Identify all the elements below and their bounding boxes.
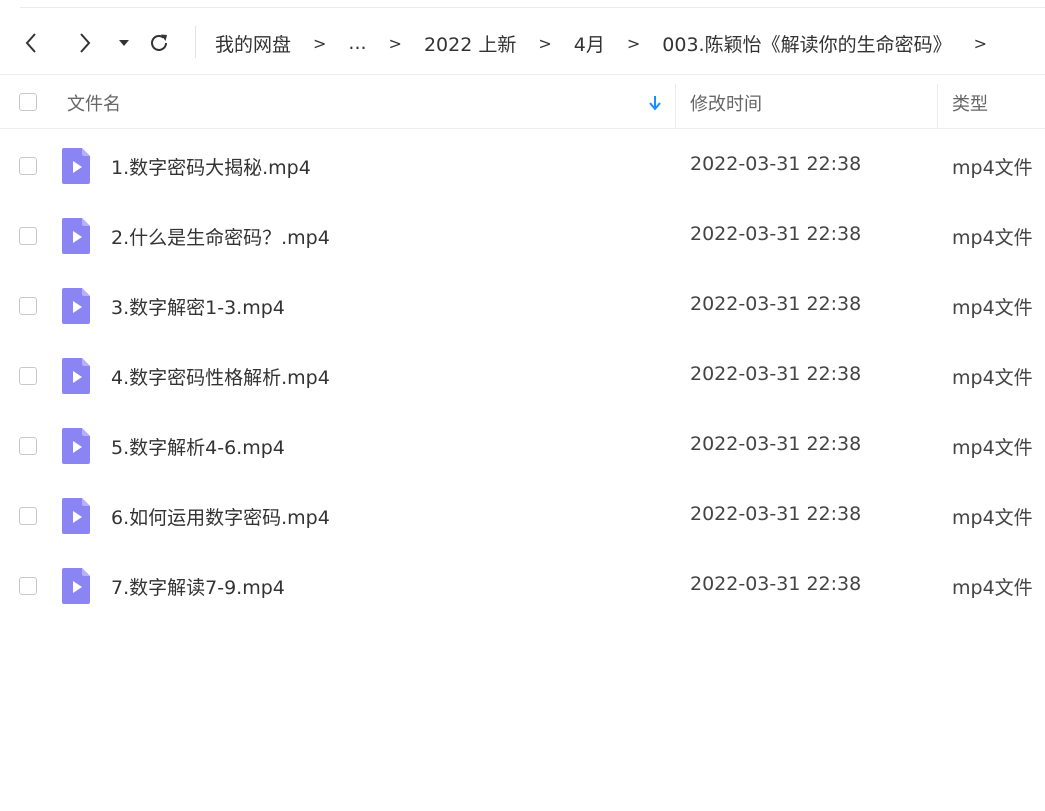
file-modified: 2022-03-31 22:38 — [690, 223, 862, 245]
video-file-icon — [62, 568, 90, 604]
file-modified: 2022-03-31 22:38 — [690, 363, 862, 385]
breadcrumb-separator: > — [626, 33, 641, 53]
refresh-button[interactable] — [144, 28, 174, 58]
file-name[interactable]: 1.数字密码大揭秘.mp4 — [111, 153, 311, 180]
breadcrumb: 我的网盘 > ... > 2022 上新 > 4月 > 003.陈颖怡《解读你的… — [215, 12, 1009, 74]
file-modified: 2022-03-31 22:38 — [690, 293, 862, 315]
arrow-down-icon — [649, 96, 661, 111]
video-file-icon — [62, 358, 90, 394]
file-list: 1.数字密码大揭秘.mp4 2022-03-31 22:38 mp4文件 2.什… — [0, 132, 1045, 622]
refresh-icon — [151, 34, 167, 51]
video-file-icon — [62, 428, 90, 464]
table-header: 文件名 修改时间 类型 — [0, 76, 1045, 129]
row-checkbox[interactable] — [19, 367, 37, 385]
file-name[interactable]: 4.数字密码性格解析.mp4 — [111, 363, 330, 390]
row-checkbox[interactable] — [19, 297, 37, 315]
file-type: mp4文件 — [952, 507, 1033, 529]
sort-desc-button[interactable] — [649, 95, 661, 116]
row-checkbox[interactable] — [19, 157, 37, 175]
chevron-right-icon — [80, 33, 91, 53]
file-name[interactable]: 7.数字解读7-9.mp4 — [111, 573, 285, 600]
file-row[interactable]: 2.什么是生命密码？.mp4 2022-03-31 22:38 mp4文件 — [0, 202, 1045, 272]
history-dropdown-button[interactable] — [114, 30, 134, 56]
breadcrumb-item-2022[interactable]: 2022 上新 — [424, 30, 516, 57]
breadcrumb-item-ellipsis[interactable]: ... — [348, 32, 366, 54]
column-resize-handle[interactable] — [675, 84, 676, 128]
file-row[interactable]: 5.数字解析4-6.mp4 2022-03-31 22:38 mp4文件 — [0, 412, 1045, 482]
forward-button[interactable] — [70, 28, 100, 58]
breadcrumb-separator: > — [388, 33, 402, 53]
file-name[interactable]: 2.什么是生命密码？.mp4 — [111, 223, 330, 250]
row-checkbox[interactable] — [19, 437, 37, 455]
column-header-name[interactable]: 文件名 — [67, 90, 121, 116]
file-type: mp4文件 — [952, 367, 1033, 389]
column-header-modified[interactable]: 修改时间 — [690, 90, 762, 116]
file-modified: 2022-03-31 22:38 — [690, 433, 862, 455]
file-row[interactable]: 6.如何运用数字密码.mp4 2022-03-31 22:38 mp4文件 — [0, 482, 1045, 552]
breadcrumb-separator: > — [313, 33, 327, 53]
breadcrumb-item-root[interactable]: 我的网盘 — [215, 30, 291, 57]
file-type: mp4文件 — [952, 577, 1033, 599]
chevron-left-icon — [25, 33, 36, 53]
column-header-type[interactable]: 类型 — [952, 90, 988, 116]
file-modified: 2022-03-31 22:38 — [690, 573, 862, 595]
video-file-icon — [62, 498, 90, 534]
video-file-icon — [62, 148, 90, 184]
toolbar-separator — [195, 26, 196, 58]
video-file-icon — [62, 218, 90, 254]
file-name[interactable]: 3.数字解密1-3.mp4 — [111, 293, 285, 320]
file-type: mp4文件 — [952, 157, 1033, 179]
file-name[interactable]: 6.如何运用数字密码.mp4 — [111, 503, 330, 530]
file-modified: 2022-03-31 22:38 — [690, 153, 862, 175]
file-row[interactable]: 7.数字解读7-9.mp4 2022-03-31 22:38 mp4文件 — [0, 552, 1045, 622]
row-checkbox[interactable] — [19, 227, 37, 245]
caret-down-icon — [119, 40, 129, 46]
row-checkbox[interactable] — [19, 577, 37, 595]
breadcrumb-separator: > — [538, 33, 552, 53]
file-row[interactable]: 4.数字密码性格解析.mp4 2022-03-31 22:38 mp4文件 — [0, 342, 1045, 412]
top-strip — [20, 0, 1045, 8]
file-type: mp4文件 — [952, 297, 1033, 319]
breadcrumb-item-current[interactable]: 003.陈颖怡《解读你的生命密码》 — [662, 30, 951, 57]
breadcrumb-item-april[interactable]: 4月 — [574, 30, 605, 57]
select-all-checkbox[interactable] — [19, 93, 37, 111]
file-type: mp4文件 — [952, 437, 1033, 459]
file-row[interactable]: 3.数字解密1-3.mp4 2022-03-31 22:38 mp4文件 — [0, 272, 1045, 342]
file-type: mp4文件 — [952, 227, 1033, 249]
back-button[interactable] — [16, 28, 46, 58]
toolbar: 我的网盘 > ... > 2022 上新 > 4月 > 003.陈颖怡《解读你的… — [0, 12, 1045, 75]
row-checkbox[interactable] — [19, 507, 37, 525]
file-name[interactable]: 5.数字解析4-6.mp4 — [111, 433, 285, 460]
video-file-icon — [62, 288, 90, 324]
file-modified: 2022-03-31 22:38 — [690, 503, 862, 525]
breadcrumb-separator: > — [973, 33, 987, 53]
column-resize-handle[interactable] — [937, 84, 938, 128]
file-row[interactable]: 1.数字密码大揭秘.mp4 2022-03-31 22:38 mp4文件 — [0, 132, 1045, 202]
